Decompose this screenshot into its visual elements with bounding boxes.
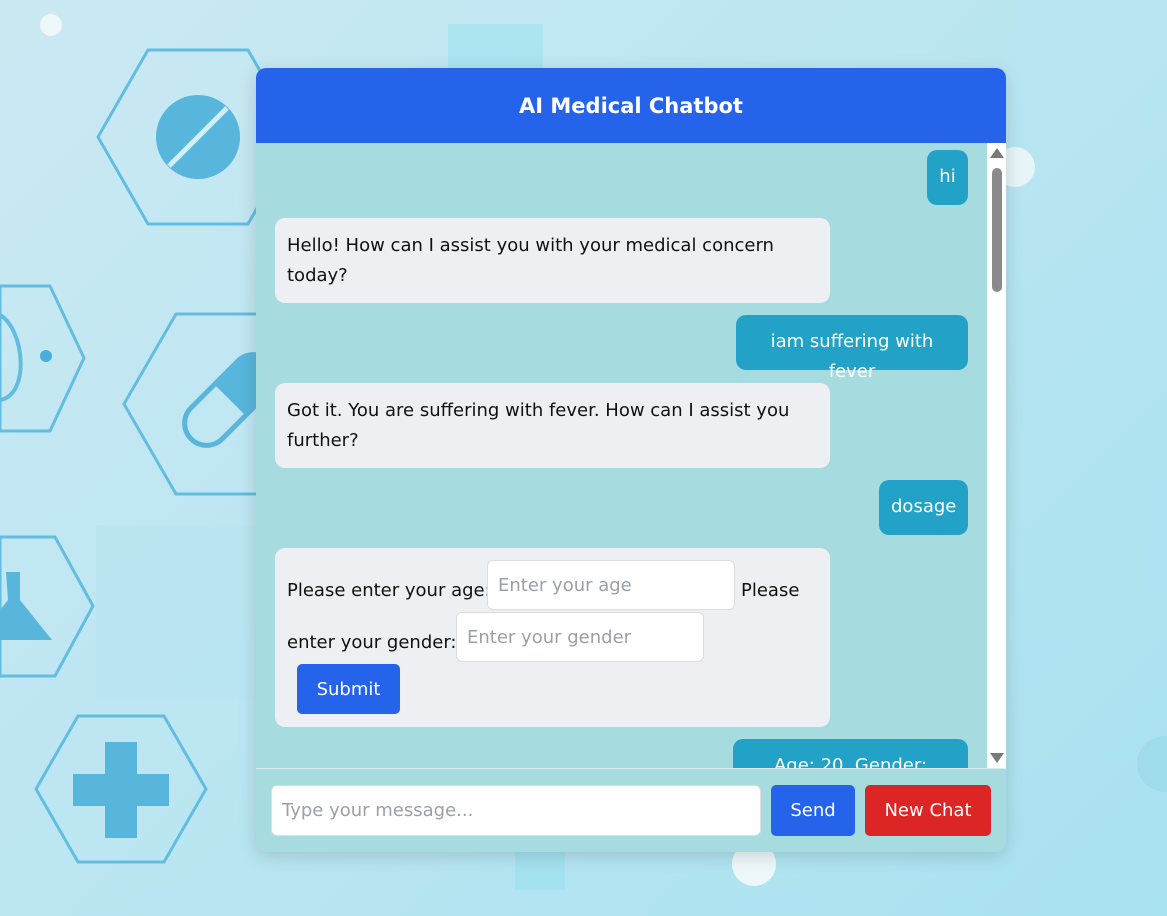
user-message: dosage: [879, 480, 968, 535]
chat-scrollbar[interactable]: [987, 143, 1006, 768]
submit-button[interactable]: Submit: [297, 664, 400, 714]
new-chat-button[interactable]: New Chat: [865, 785, 991, 836]
gender-label-start: Please: [741, 580, 800, 601]
user-message: iam suffering with fever: [736, 315, 968, 382]
chat-footer: Send New Chat: [256, 768, 1006, 852]
bot-message: Hello! How can I assist you with your me…: [275, 218, 830, 303]
user-message: Age: 20, Gender: female: [733, 739, 968, 768]
scroll-up-arrow-icon[interactable]: [990, 148, 1004, 158]
message-input[interactable]: [271, 785, 761, 836]
gender-input[interactable]: [456, 612, 704, 662]
stethoscope-hex-icon: [0, 284, 86, 433]
user-message: hi: [927, 150, 968, 205]
scroll-thumb[interactable]: [992, 168, 1002, 292]
chat-title: AI Medical Chatbot: [519, 93, 743, 118]
age-label: Please enter your age:: [287, 580, 491, 601]
chat-window: AI Medical Chatbot hi Hello! How can I a…: [256, 68, 1006, 852]
send-button[interactable]: Send: [771, 785, 855, 836]
chat-messages[interactable]: hi Hello! How can I assist you with your…: [256, 143, 987, 768]
bot-form-message: Please enter your age: Please enter your…: [275, 548, 830, 727]
bot-message: Got it. You are suffering with fever. Ho…: [275, 383, 830, 468]
chat-header: AI Medical Chatbot: [256, 68, 1006, 143]
age-input[interactable]: [487, 560, 735, 610]
scroll-down-arrow-icon[interactable]: [990, 753, 1004, 763]
medical-cross-hex-icon: [34, 714, 208, 864]
gender-label: enter your gender:: [287, 632, 457, 653]
flask-hex-icon: [0, 535, 95, 678]
